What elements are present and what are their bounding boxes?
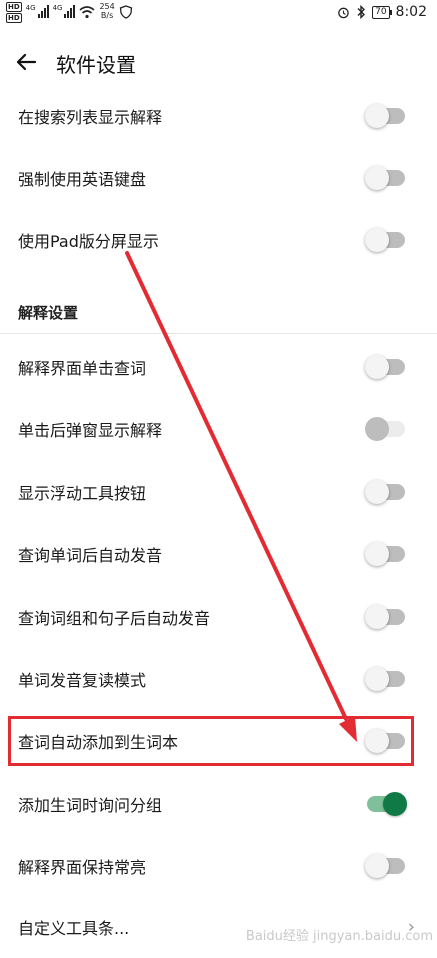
- setting-row-search-list-explain[interactable]: 在搜索列表显示解释: [0, 85, 437, 147]
- hd-badge: HD: [6, 2, 22, 12]
- setting-row-ask-group[interactable]: 添加生词时询问分组: [0, 773, 437, 835]
- setting-label: 查询单词后自动发音: [18, 546, 163, 565]
- setting-label: 查询词组和句子后自动发音: [18, 609, 211, 628]
- setting-row-auto-pronounce-word[interactable]: 查询单词后自动发音: [0, 523, 437, 585]
- toggle-switch[interactable]: [365, 417, 405, 441]
- toggle-switch[interactable]: [365, 542, 405, 566]
- setting-row-repeat-pronounce[interactable]: 单词发音复读模式: [0, 648, 437, 710]
- network-speed: 254 B/s: [99, 2, 115, 20]
- setting-row-floating-tool-button[interactable]: 显示浮动工具按钮: [0, 461, 437, 523]
- toggle-switch[interactable]: [365, 166, 405, 190]
- setting-row-popup-explain[interactable]: 单击后弹窗显示解释: [0, 398, 437, 460]
- setting-label: 自定义工具条...: [18, 919, 130, 938]
- divider: [0, 333, 437, 334]
- setting-label: 强制使用英语键盘: [18, 170, 147, 189]
- setting-label: 添加生词时询问分组: [18, 796, 163, 815]
- clock: 8:02: [395, 4, 427, 20]
- network-type-label: 4G: [25, 4, 36, 12]
- setting-row-auto-pronounce-phrase[interactable]: 查询词组和句子后自动发音: [0, 586, 437, 648]
- toggle-switch[interactable]: [365, 854, 405, 878]
- wifi-icon: [79, 6, 95, 19]
- toggle-switch[interactable]: [365, 480, 405, 504]
- setting-row-force-english-keyboard[interactable]: 强制使用英语键盘: [0, 147, 437, 209]
- setting-label: 解释界面单击查词: [18, 359, 147, 378]
- setting-row-keep-screen-on[interactable]: 解释界面保持常亮: [0, 835, 437, 897]
- setting-label: 单击后弹窗显示解释: [18, 421, 163, 440]
- setting-label: 显示浮动工具按钮: [18, 484, 147, 503]
- setting-row-pad-split-screen[interactable]: 使用Pad版分屏显示: [0, 209, 437, 271]
- toggle-switch[interactable]: [365, 605, 405, 629]
- setting-row-tap-lookup[interactable]: 解释界面单击查词: [0, 336, 437, 398]
- page-title: 软件设置: [56, 53, 136, 77]
- status-bar: HD HD 4G 4G 254 B/s 70 8:02: [0, 0, 437, 28]
- toggle-switch[interactable]: [365, 667, 405, 691]
- toggle-switch[interactable]: [365, 355, 405, 379]
- signal-icon: 4G: [26, 4, 49, 18]
- toggle-switch[interactable]: [365, 104, 405, 128]
- highlight-box: [8, 716, 414, 766]
- setting-label: 单词发音复读模式: [18, 671, 147, 690]
- signal-icon: 4G: [53, 4, 76, 18]
- setting-label: 使用Pad版分屏显示: [18, 232, 159, 251]
- setting-label: 在搜索列表显示解释: [18, 108, 163, 127]
- setting-label: 解释界面保持常亮: [18, 858, 147, 877]
- network-type-label: 4G: [52, 4, 63, 12]
- app-header: 软件设置: [0, 42, 437, 86]
- shield-icon: [119, 5, 132, 19]
- hd-badge: HD: [6, 13, 22, 23]
- toggle-switch[interactable]: [365, 228, 405, 252]
- back-arrow-icon[interactable]: [14, 50, 38, 74]
- toggle-switch[interactable]: [367, 792, 407, 816]
- watermark: Baidu经验 jingyan.baidu.com: [245, 929, 433, 944]
- battery-icon: 70: [372, 5, 393, 19]
- section-title: 解释设置: [18, 304, 79, 322]
- bluetooth-icon: [357, 5, 366, 19]
- alarm-icon: [338, 7, 349, 18]
